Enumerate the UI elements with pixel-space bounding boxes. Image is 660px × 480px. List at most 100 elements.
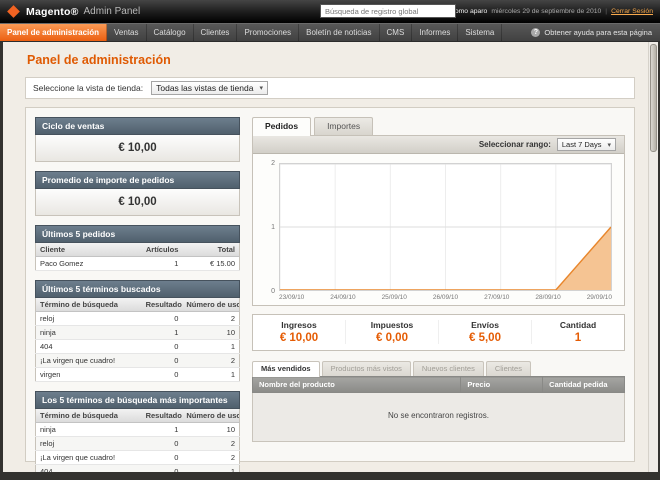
logout-link[interactable]: Cerrar Sesión — [611, 8, 653, 15]
nav-item-ventas[interactable]: Ventas — [107, 24, 146, 41]
tab-nuevos-clientes[interactable]: Nuevos clientes — [413, 361, 484, 376]
chart-plot: 210 — [279, 163, 612, 291]
store-view-bar: Seleccione la vista de tienda: Todas las… — [25, 77, 635, 99]
x-axis-label: 23/09/10 — [279, 294, 304, 301]
table-row: ¡La virgen que cuadro!02 — [36, 354, 240, 368]
x-axis-label: 27/09/10 — [484, 294, 509, 301]
range-label: Seleccionar rango: — [479, 140, 551, 149]
column-header: Cliente — [36, 243, 138, 257]
x-axis-label: 26/09/10 — [433, 294, 458, 301]
nav-item-bolet-n-de-noticias[interactable]: Boletín de noticias — [299, 24, 379, 41]
stat-ingresos: Ingresos€ 10,00 — [253, 320, 345, 344]
tab-importes[interactable]: Importes — [314, 117, 373, 135]
magento-logo: Magento® Admin Panel — [7, 6, 140, 18]
table-row: virgen01 — [36, 368, 240, 382]
y-axis-label: 0 — [260, 288, 275, 295]
nav-items: Panel de administraciónVentasCatálogoCli… — [0, 24, 502, 41]
stat-env-os: Envíos€ 5,00 — [438, 320, 531, 344]
column-header: Precio — [461, 377, 543, 393]
chart-x-axis: 23/09/1024/09/1025/09/1026/09/1027/09/10… — [279, 294, 612, 301]
chart-svg — [280, 164, 611, 290]
column-header: Número de usos — [182, 298, 239, 312]
main-nav: Panel de administraciónVentasCatálogoCli… — [0, 23, 660, 42]
table-row: ¡La virgen que cuadro!02 — [36, 451, 240, 465]
stat-label: Envíos — [439, 320, 531, 330]
panel-title: Ciclo de ventas — [35, 117, 240, 135]
panel-title: Los 5 términos de búsqueda más important… — [35, 391, 240, 409]
window-frame-bottom — [0, 472, 660, 480]
nav-item-sistema[interactable]: Sistema — [458, 24, 502, 41]
products-table: Nombre del productoPrecioCantidad pedida… — [252, 376, 625, 442]
dashboard-card: Ciclo de ventas € 10,00 Promedio de impo… — [25, 107, 635, 462]
table-row: reloj02 — [36, 312, 240, 326]
last-search-terms-panel: Últimos 5 términos buscados Término de b… — [35, 280, 240, 382]
last-orders-table: ClienteArtículosTotal Paco Gomez1€ 15.00 — [35, 243, 240, 271]
nav-item-promociones[interactable]: Promociones — [237, 24, 299, 41]
column-header: Resultados — [142, 409, 183, 423]
nav-item-informes[interactable]: Informes — [412, 24, 458, 41]
nav-item-cat-logo[interactable]: Catálogo — [147, 24, 194, 41]
panel-title: Últimos 5 términos buscados — [35, 280, 240, 298]
tab-m-s-vendidos[interactable]: Más vendidos — [252, 361, 320, 377]
lifetime-sales-panel: Ciclo de ventas € 10,00 — [35, 117, 240, 162]
logo-subtext: Admin Panel — [84, 6, 141, 17]
stat-cantidad: Cantidad1 — [531, 320, 624, 344]
range-value: Last 7 Days — [562, 140, 602, 149]
logo-text: Magento® — [26, 6, 79, 18]
table-row: ninja110 — [36, 423, 240, 437]
stat-impuestos: Impuestos€ 0,00 — [345, 320, 438, 344]
tab-pedidos[interactable]: Pedidos — [252, 117, 311, 136]
magento-logo-icon — [7, 5, 20, 18]
tab-clientes[interactable]: Clientes — [486, 361, 531, 376]
session-info: Accedió como aparo miércoles 29 de septi… — [425, 8, 653, 15]
column-header: Término de búsqueda — [36, 298, 142, 312]
y-axis-label: 2 — [260, 160, 275, 167]
panel-title: Últimos 5 pedidos — [35, 225, 240, 243]
scrollbar-thumb[interactable] — [650, 44, 657, 152]
help-link[interactable]: ? Obtener ayuda para esta página — [523, 24, 660, 41]
empty-message: No se encontraron registros. — [253, 393, 625, 442]
column-header: Número de usos — [182, 409, 239, 423]
column-header: Total — [182, 243, 239, 257]
header-date: miércoles 29 de septiembre de 2010 — [491, 8, 601, 15]
x-axis-label: 29/09/10 — [587, 294, 612, 301]
stat-value: € 0,00 — [346, 332, 438, 344]
page-title: Panel de administración — [27, 53, 635, 67]
top-header: Magento® Admin Panel Accedió como aparo … — [0, 0, 660, 23]
top-search-terms-table: Término de búsquedaResultadosNúmero de u… — [35, 409, 240, 480]
divider: | — [605, 8, 607, 15]
stat-label: Ingresos — [253, 320, 345, 330]
last-orders-panel: Últimos 5 pedidos ClienteArtículosTotal … — [35, 225, 240, 271]
products-tabs: Más vendidosProductos más vistosNuevos c… — [252, 361, 625, 376]
chart-tabs: Pedidos Importes — [252, 117, 625, 135]
average-orders-panel: Promedio de importe de pedidos € 10,00 — [35, 171, 240, 216]
store-view-label: Seleccione la vista de tienda: — [33, 83, 143, 93]
orders-chart-panel: Seleccionar rango: Last 7 Days ▾ 210 — [252, 135, 625, 306]
dropdown-arrow-icon: ▾ — [259, 84, 263, 92]
column-header: Resultados — [142, 298, 183, 312]
column-header: Artículos — [138, 243, 183, 257]
magento-admin-window: Magento® Admin Panel Accedió como aparo … — [0, 0, 660, 480]
table-row: Paco Gomez1€ 15.00 — [36, 257, 240, 271]
x-axis-label: 24/09/10 — [330, 294, 355, 301]
store-view-value: Todas las vistas de tienda — [156, 83, 253, 93]
average-orders-value: € 10,00 — [35, 189, 240, 216]
dropdown-arrow-icon: ▾ — [607, 141, 611, 149]
column-header: Nombre del producto — [253, 377, 461, 393]
nav-item-clientes[interactable]: Clientes — [194, 24, 238, 41]
store-view-select[interactable]: Todas las vistas de tienda ▾ — [151, 81, 268, 95]
orders-chart: 210 23/09/1024/09/1025/09/1026/09/1027/0… — [253, 154, 624, 305]
content-area: Panel de administración Seleccione la vi… — [3, 42, 648, 472]
global-search-input[interactable] — [320, 4, 456, 18]
nav-item-panel-de-administraci-n[interactable]: Panel de administración — [0, 24, 107, 41]
dashboard-right-column: Pedidos Importes Seleccionar rango: Last… — [252, 117, 625, 452]
scrollbar[interactable] — [648, 42, 658, 472]
y-axis-label: 1 — [260, 224, 275, 231]
totals-bar: Ingresos€ 10,00Impuestos€ 0,00Envíos€ 5,… — [252, 314, 625, 351]
range-select[interactable]: Last 7 Days ▾ — [557, 138, 616, 151]
table-row: 40401 — [36, 340, 240, 354]
panel-title: Promedio de importe de pedidos — [35, 171, 240, 189]
nav-item-cms[interactable]: CMS — [380, 24, 413, 41]
tab-productos-m-s-vistos[interactable]: Productos más vistos — [322, 361, 411, 376]
stat-label: Cantidad — [532, 320, 624, 330]
